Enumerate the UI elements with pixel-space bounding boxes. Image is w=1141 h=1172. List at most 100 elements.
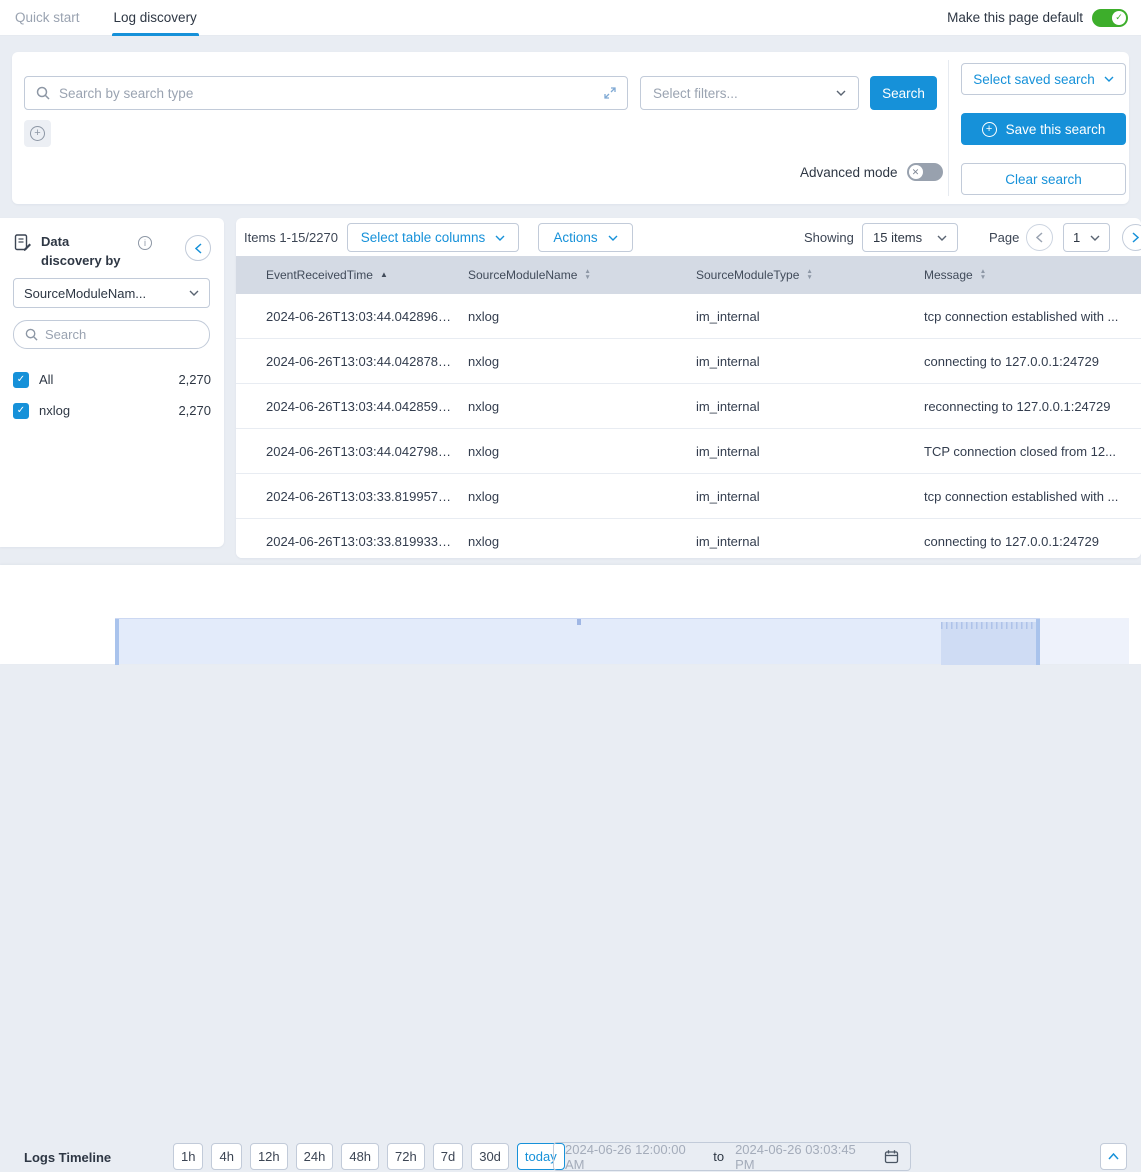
filter-count: 2,270 xyxy=(178,372,211,387)
save-this-search-button[interactable]: + Save this search xyxy=(961,113,1126,145)
page-size-value: 15 items xyxy=(873,230,922,245)
page-size-select[interactable]: 15 items xyxy=(862,223,958,252)
discovery-filter-item[interactable]: All 2,270 xyxy=(13,364,211,395)
make-default-toggle[interactable]: ✓ xyxy=(1092,9,1128,27)
actions-button-label: Actions xyxy=(553,230,597,245)
timeline-range-button[interactable]: 30d xyxy=(471,1143,509,1170)
timeline-range-button[interactable]: 1h xyxy=(173,1143,203,1170)
brush-handle-right[interactable] xyxy=(1036,619,1040,665)
cell-source-module-type: im_internal xyxy=(696,309,924,324)
timeline-range-button[interactable]: 12h xyxy=(250,1143,288,1170)
next-page-button[interactable] xyxy=(1122,224,1141,251)
x-icon: ✕ xyxy=(909,165,923,179)
data-discovery-panel: Data discovery by i SourceModuleNam... A… xyxy=(0,218,224,547)
search-button[interactable]: Search xyxy=(870,76,937,110)
cell-message: tcp connection established with ... xyxy=(924,489,1141,504)
vertical-divider xyxy=(948,60,949,196)
range-end-date: 2024-06-26 03:03:45 PM xyxy=(735,1142,873,1172)
page-label: Page xyxy=(989,230,1019,245)
table-row[interactable]: 2024-06-26T13:03:44.042859+0... nxlog im… xyxy=(236,384,1141,429)
cell-message: TCP connection closed from 12... xyxy=(924,444,1141,459)
sidebar-search-input[interactable] xyxy=(45,327,198,342)
select-saved-search-button[interactable]: Select saved search xyxy=(961,63,1126,95)
calendar-icon[interactable] xyxy=(884,1149,899,1164)
sort-icon[interactable]: ▲▼ xyxy=(584,269,590,281)
cell-message: tcp connection established with ... xyxy=(924,309,1141,324)
cell-source-module-name: nxlog xyxy=(468,444,696,459)
chevron-down-icon xyxy=(608,235,618,241)
chevron-down-icon xyxy=(1090,235,1100,241)
sidebar-search-box[interactable] xyxy=(13,320,210,349)
advanced-mode-toggle[interactable]: ✕ xyxy=(907,163,943,181)
checkbox[interactable] xyxy=(13,403,29,419)
page-number-select[interactable]: 1 xyxy=(1063,223,1110,252)
search-icon xyxy=(36,86,50,100)
search-panel: Select filters... Search + Advanced mode… xyxy=(12,52,1129,204)
chevron-down-icon xyxy=(495,235,505,241)
chevron-down-icon xyxy=(937,235,947,241)
timeline-chart[interactable] xyxy=(115,618,1129,664)
timeline-brush-selection[interactable] xyxy=(115,618,1040,664)
table-row[interactable]: 2024-06-26T13:03:33.819933+0... nxlog im… xyxy=(236,519,1141,558)
search-input[interactable] xyxy=(59,86,595,101)
collapse-timeline-button[interactable] xyxy=(1100,1143,1127,1170)
timeline-range-buttons: 1h 4h 12h 24h 48h 72h 7d 30d today xyxy=(173,1143,565,1170)
timeline-range-button[interactable]: 4h xyxy=(211,1143,241,1170)
page-number-value: 1 xyxy=(1073,230,1080,245)
table-row[interactable]: 2024-06-26T13:03:44.042798+0... nxlog im… xyxy=(236,429,1141,474)
column-label: SourceModuleType xyxy=(696,268,799,282)
plus-circle-icon: + xyxy=(30,126,45,141)
date-range-picker[interactable]: 2024-06-26 12:00:00 AM to 2024-06-26 03:… xyxy=(553,1142,911,1171)
make-default-control: Make this page default ✓ xyxy=(947,9,1128,27)
table-row[interactable]: 2024-06-26T13:03:44.042896+0... nxlog im… xyxy=(236,294,1141,339)
previous-page-button[interactable] xyxy=(1026,224,1053,251)
saved-search-label: Select saved search xyxy=(973,72,1095,87)
timeline-histogram xyxy=(941,622,1036,665)
cell-message: reconnecting to 127.0.0.1:24729 xyxy=(924,399,1141,414)
actions-button[interactable]: Actions xyxy=(538,223,633,252)
cell-event-received-time: 2024-06-26T13:03:44.042878+0... xyxy=(236,354,468,369)
timeline-event-tick xyxy=(577,619,581,625)
collapse-panel-button[interactable] xyxy=(185,235,211,261)
showing-label: Showing xyxy=(804,230,854,245)
sort-icon[interactable]: ▲▼ xyxy=(806,269,812,281)
column-header-event-received-time[interactable]: EventReceivedTime ▲ xyxy=(236,268,468,282)
sort-ascending-icon[interactable]: ▲ xyxy=(380,271,388,279)
table-row[interactable]: 2024-06-26T13:03:44.042878+0... nxlog im… xyxy=(236,339,1141,384)
filters-placeholder: Select filters... xyxy=(653,86,738,101)
make-default-label: Make this page default xyxy=(947,10,1083,25)
timeline-range-button[interactable]: 7d xyxy=(433,1143,463,1170)
chevron-down-icon xyxy=(1104,76,1114,82)
expand-icon[interactable] xyxy=(604,87,616,99)
info-icon[interactable]: i xyxy=(138,236,152,250)
table-row[interactable]: 2024-06-26T13:03:33.819957+0... nxlog im… xyxy=(236,474,1141,519)
column-header-source-module-name[interactable]: SourceModuleName ▲▼ xyxy=(468,268,696,282)
add-search-criteria-button[interactable]: + xyxy=(24,120,51,147)
filters-select[interactable]: Select filters... xyxy=(640,76,859,110)
discovery-field-select[interactable]: SourceModuleNam... xyxy=(13,278,210,308)
tab-quick-start[interactable]: Quick start xyxy=(13,0,82,36)
brush-handle-left[interactable] xyxy=(115,619,119,665)
timeline-title: Logs Timeline xyxy=(24,1150,111,1165)
chevron-left-icon xyxy=(1036,232,1043,243)
column-header-message[interactable]: Message ▲▼ xyxy=(924,268,1141,282)
select-table-columns-button[interactable]: Select table columns xyxy=(347,223,519,252)
sort-icon[interactable]: ▲▼ xyxy=(980,269,986,281)
cell-message: connecting to 127.0.0.1:24729 xyxy=(924,354,1141,369)
check-icon: ✓ xyxy=(1112,11,1126,25)
filter-count: 2,270 xyxy=(178,403,211,418)
range-to-label: to xyxy=(713,1149,724,1164)
chevron-right-icon xyxy=(1132,232,1139,243)
search-box[interactable] xyxy=(24,76,628,110)
column-header-source-module-type[interactable]: SourceModuleType ▲▼ xyxy=(696,268,924,282)
clear-search-button[interactable]: Clear search xyxy=(961,163,1126,195)
save-search-label: Save this search xyxy=(1006,122,1106,137)
discovery-filter-item[interactable]: nxlog 2,270 xyxy=(13,395,211,426)
timeline-range-button[interactable]: 24h xyxy=(296,1143,334,1170)
tab-log-discovery[interactable]: Log discovery xyxy=(112,0,199,36)
data-discovery-icon xyxy=(13,233,32,252)
timeline-range-button[interactable]: 72h xyxy=(387,1143,425,1170)
cell-source-module-type: im_internal xyxy=(696,489,924,504)
checkbox[interactable] xyxy=(13,372,29,388)
timeline-range-button[interactable]: 48h xyxy=(341,1143,379,1170)
